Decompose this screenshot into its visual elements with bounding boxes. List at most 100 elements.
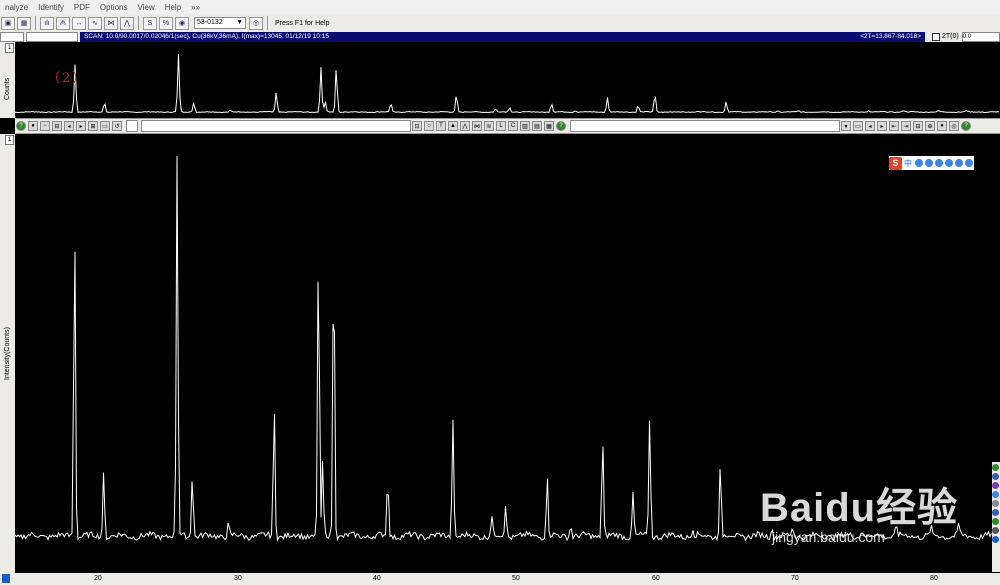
zoom-in-icon[interactable]: ⊕ [925,121,935,131]
peak-label-icon[interactable]: ▲ [448,121,458,131]
toolbar-separator [138,16,139,30]
x-tick: 30 [234,575,242,582]
cursor-icon[interactable] [992,473,999,480]
menu-help[interactable]: Help [160,3,186,12]
zoom-out-icon[interactable]: ⊟ [52,121,62,131]
arrows-icon[interactable]: ↔ [72,16,86,30]
x-axis: 20 30 40 50 60 70 80 [0,573,1000,585]
pdf-combo-value: 53-0132 [197,19,223,26]
list-icon[interactable] [992,500,999,507]
globe-icon[interactable]: ◉ [175,16,189,30]
sample-annotation: （2） [47,71,88,86]
scroll-right-icon[interactable]: ▸ [76,121,86,131]
baidu-watermark: Baidu经验 jingyan.baidu.com [760,475,958,545]
scan-name-field[interactable] [26,32,78,42]
save-icon-2[interactable] [992,518,999,525]
ime-mode-label[interactable]: 中 [904,158,912,169]
profile-icon[interactable]: ⋀ [120,16,134,30]
peak-fit-icon[interactable]: ₼ [56,16,70,30]
x-tick: 20 [94,575,102,582]
percent-icon[interactable]: % [159,16,173,30]
expand-icon[interactable]: ⊞ [88,121,98,131]
toolbox-icon[interactable] [965,159,973,167]
pattern-scrollbar-left[interactable] [126,120,138,132]
magnifier-icon[interactable]: ○ [424,121,434,131]
overlay-icon[interactable]: ⋀ [460,121,470,131]
record-icon[interactable]: ● [937,121,947,131]
axis-tag[interactable] [2,574,10,583]
text-icon[interactable]: T [436,121,446,131]
last-icon[interactable]: ⇥ [901,121,911,131]
x-tick: 40 [373,575,381,582]
pattern-scrollbar[interactable] [141,120,411,132]
chevron-down-icon: ▼ [236,19,243,26]
background-icon[interactable]: ∿ [88,16,102,30]
x-tick: 60 [652,575,660,582]
smooth-icon[interactable]: ⋈ [104,16,118,30]
grid-icon[interactable]: ▦ [17,16,31,30]
pattern-scrollbar-right[interactable] [570,120,840,132]
minus-icon[interactable]: − [40,121,50,131]
first-icon[interactable]: ⇤ [889,121,899,131]
punctuation-icon[interactable] [915,159,923,167]
menu-pdf[interactable]: PDF [69,3,95,12]
settings-icon[interactable]: ◎ [949,121,959,131]
x-tick: 80 [930,575,938,582]
page-icon[interactable]: ▭ [853,121,863,131]
twotheta-checkbox[interactable] [932,33,940,41]
menu-more[interactable]: »» [186,3,205,12]
chart-icon[interactable] [992,509,999,516]
help-icon-4[interactable] [992,464,999,471]
help-icon-3[interactable]: ? [961,121,971,131]
menu-options[interactable]: Options [95,3,133,12]
stop-icon[interactable]: ● [28,121,38,131]
microphone-icon[interactable] [935,159,943,167]
top-ylabel: Counts [4,77,11,100]
main-panel-tag[interactable]: 1 [5,135,14,145]
scroll-left-icon[interactable]: ◂ [64,121,74,131]
reset-icon[interactable]: ↺ [112,121,122,131]
ime-toolbar[interactable]: S 中 [889,156,974,170]
right-tool-strip [992,462,1000,572]
previous-icon[interactable]: ◂ [865,121,875,131]
save-icon[interactable]: ▣ [1,16,15,30]
scroll-down-icon[interactable]: ▾ [841,121,851,131]
emoji-icon[interactable] [925,159,933,167]
settings-icon-2[interactable] [992,527,999,534]
menu-identify[interactable]: Identify [33,3,69,12]
menu-analyze[interactable]: nalyze [0,3,33,12]
compare-icon[interactable]: ≋ [484,121,494,131]
sogou-logo-icon[interactable]: S [889,156,902,170]
peak-edit-icon[interactable] [992,482,999,489]
refresh-icon[interactable]: ◎ [249,16,263,30]
align-icon[interactable]: ▤ [532,121,542,131]
clear-icon[interactable]: C [508,121,518,131]
menu-bar: nalyze Identify PDF Options View Help »» [0,0,1000,14]
help-status: Press F1 for Help [275,19,330,27]
fit-icon[interactable]: ▭ [100,121,110,131]
zoom-box-icon[interactable]: ⊡ [412,121,422,131]
x-tick: 50 [512,575,520,582]
next-icon[interactable]: ▸ [877,121,887,131]
collapse-icon[interactable]: ⊟ [913,121,923,131]
scan-info-bar: SCAN: 10.0/90.0017/0.02046/1(sec), Cu(36… [0,32,1000,42]
bar-chart-icon[interactable]: ▥ [520,121,530,131]
top-panel-tag[interactable]: 1 [5,43,14,53]
export-icon[interactable] [992,536,999,543]
search-match-icon[interactable]: S [143,16,157,30]
help-icon-2[interactable]: ? [556,121,566,131]
peaks-icon[interactable]: ılı [40,16,54,30]
x-tick: 70 [791,575,799,582]
table-icon[interactable]: ▦ [544,121,554,131]
help-icon[interactable]: ? [16,121,26,131]
scan-selector[interactable] [0,32,24,42]
skin-icon[interactable] [955,159,963,167]
twotheta-input[interactable]: 0.0 [961,32,1000,42]
overview-pattern[interactable] [15,42,1000,118]
log-icon[interactable]: L [496,121,506,131]
menu-view[interactable]: View [133,3,160,12]
multi-peak-icon[interactable]: ⋈ [472,121,482,131]
keyboard-icon[interactable] [945,159,953,167]
pdf-combo[interactable]: 53-0132 ▼ [194,17,246,29]
info-icon[interactable] [992,491,999,498]
